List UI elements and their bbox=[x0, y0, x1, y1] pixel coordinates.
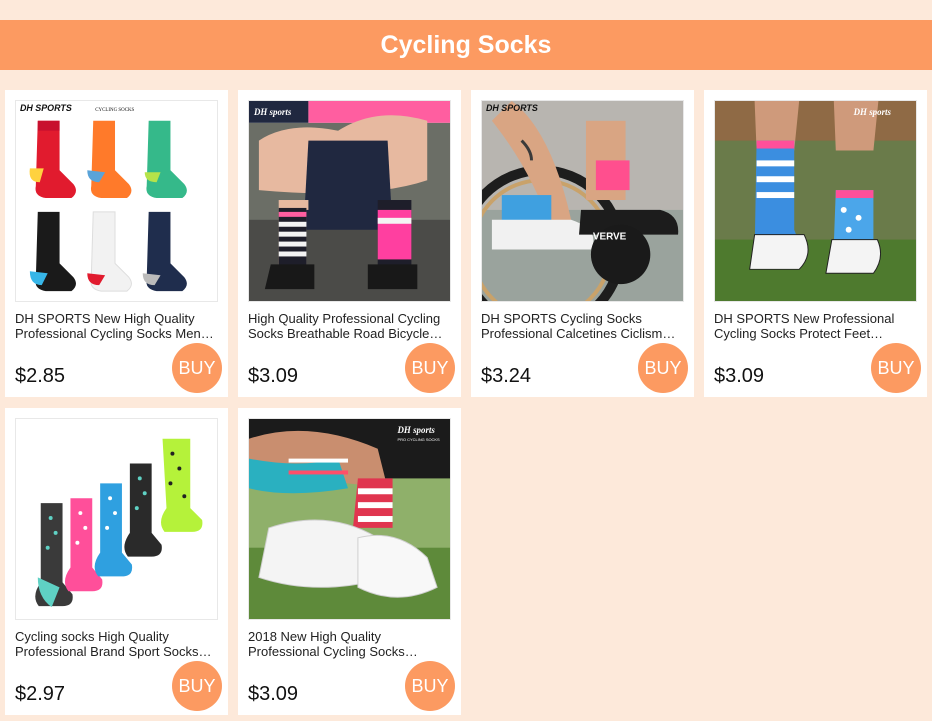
product-image[interactable] bbox=[15, 418, 218, 620]
product-title-line1: High Quality Professional Cycling bbox=[248, 311, 441, 326]
product-image[interactable]: DH sports bbox=[714, 100, 917, 302]
product-card[interactable]: DH sports PRO CYCLING SOCKS 2018 New Hig… bbox=[238, 408, 461, 715]
image-brand-text: DH sports bbox=[853, 107, 892, 117]
buy-button[interactable]: BUY bbox=[405, 661, 455, 711]
buy-button[interactable]: BUY bbox=[172, 343, 222, 393]
product-price: $2.85 bbox=[15, 365, 66, 387]
product-price: $3.09 bbox=[248, 365, 299, 387]
seated-rider-image: DH sports bbox=[249, 101, 450, 301]
dotted-socks-image bbox=[16, 419, 217, 619]
product-title-line2: Professional Cycling Socks Men… bbox=[15, 326, 214, 341]
page-title: Cycling Socks bbox=[380, 30, 552, 59]
cycling-shoes-image: DH sports PRO CYCLING SOCKS bbox=[249, 419, 450, 619]
product-title[interactable]: 2018 New High Quality Professional Cycli… bbox=[248, 629, 453, 659]
socks-grid-image: DH SPORTS CYCLING SOCKS bbox=[16, 101, 217, 301]
product-title[interactable]: DH SPORTS Cycling Socks Professional Cal… bbox=[481, 311, 686, 341]
product-title-line1: DH SPORTS New Professional bbox=[714, 311, 895, 326]
product-title[interactable]: DH SPORTS New High Quality Professional … bbox=[15, 311, 220, 341]
product-image[interactable]: DH sports bbox=[248, 100, 451, 302]
product-title-line1: 2018 New High Quality bbox=[248, 629, 381, 644]
image-brand-text: DH sports bbox=[397, 425, 436, 435]
standing-legs-image: DH sports bbox=[715, 101, 916, 301]
product-title-line1: Cycling socks High Quality bbox=[15, 629, 169, 644]
product-price: $3.24 bbox=[481, 365, 532, 387]
image-brand-text: DH sports bbox=[253, 107, 292, 117]
product-card[interactable]: DH SPORTS VERVE DH SPORTS Cycling Socks … bbox=[471, 90, 694, 397]
product-card[interactable]: Cycling socks High Quality Professional … bbox=[5, 408, 228, 715]
product-card[interactable]: DH sports High Quality Professional Cycl… bbox=[238, 90, 461, 397]
product-price: $3.09 bbox=[248, 683, 299, 705]
product-title[interactable]: Cycling socks High Quality Professional … bbox=[15, 629, 220, 659]
product-title[interactable]: High Quality Professional Cycling Socks … bbox=[248, 311, 453, 341]
product-title-line1: DH SPORTS New High Quality bbox=[15, 311, 195, 326]
product-title[interactable]: DH SPORTS New Professional Cycling Socks… bbox=[714, 311, 919, 341]
image-bike-text: VERVE bbox=[593, 232, 627, 243]
image-brand-text: DH SPORTS bbox=[20, 103, 72, 113]
page-header: Cycling Socks bbox=[0, 20, 932, 70]
buy-button[interactable]: BUY bbox=[172, 661, 222, 711]
product-image[interactable]: DH sports PRO CYCLING SOCKS bbox=[248, 418, 451, 620]
product-title-line2: Cycling Socks Protect Feet… bbox=[714, 326, 884, 341]
buy-button[interactable]: BUY bbox=[871, 343, 921, 393]
product-card[interactable]: DH SPORTS CYCLING SOCKS DH SPORTS New Hi… bbox=[5, 90, 228, 397]
image-sub-text: PRO CYCLING SOCKS bbox=[398, 437, 441, 442]
buy-button[interactable]: BUY bbox=[405, 343, 455, 393]
product-card[interactable]: DH sports DH SPORTS New Professional Cyc… bbox=[704, 90, 927, 397]
product-price: $2.97 bbox=[15, 683, 66, 705]
product-title-line2: Socks Breathable Road Bicycle… bbox=[248, 326, 443, 341]
image-sub-text: CYCLING SOCKS bbox=[95, 108, 134, 113]
product-image[interactable]: DH SPORTS CYCLING SOCKS bbox=[15, 100, 218, 302]
bike-pedal-image: DH SPORTS VERVE bbox=[482, 101, 683, 301]
product-title-line2: Professional Brand Sport Socks… bbox=[15, 644, 212, 659]
product-title-line1: DH SPORTS Cycling Socks bbox=[481, 311, 642, 326]
product-price: $3.09 bbox=[714, 365, 765, 387]
image-brand-text: DH SPORTS bbox=[486, 103, 538, 113]
product-image[interactable]: DH SPORTS VERVE bbox=[481, 100, 684, 302]
product-title-line2: Professional Cycling Socks… bbox=[248, 644, 418, 659]
buy-button[interactable]: BUY bbox=[638, 343, 688, 393]
product-title-line2: Professional Calcetines Ciclism… bbox=[481, 326, 676, 341]
